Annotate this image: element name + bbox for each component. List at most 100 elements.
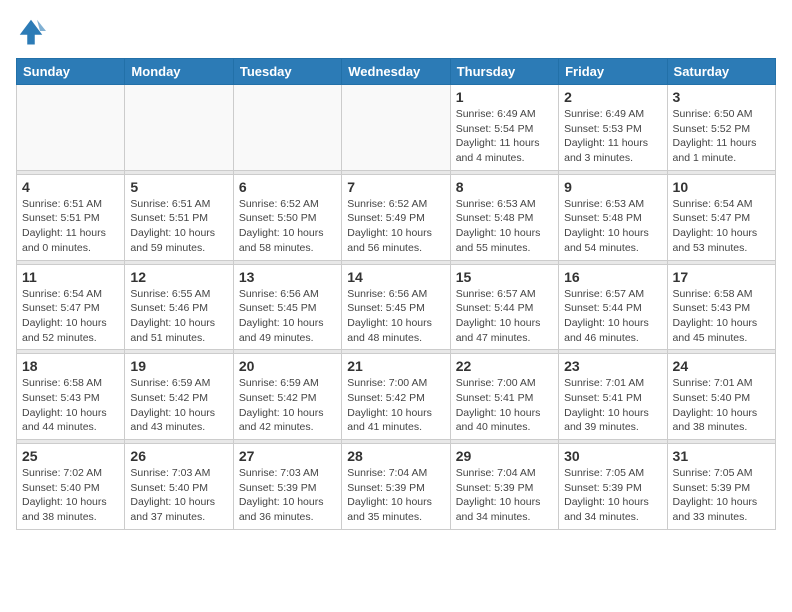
- day-info: Sunrise: 6:49 AM Sunset: 5:54 PM Dayligh…: [456, 107, 553, 166]
- page-header: [16, 16, 776, 46]
- calendar-day-2: 2Sunrise: 6:49 AM Sunset: 5:53 PM Daylig…: [559, 85, 667, 171]
- day-info: Sunrise: 6:56 AM Sunset: 5:45 PM Dayligh…: [347, 287, 444, 346]
- day-info: Sunrise: 7:03 AM Sunset: 5:40 PM Dayligh…: [130, 466, 227, 525]
- calendar-day-14: 14Sunrise: 6:56 AM Sunset: 5:45 PM Dayli…: [342, 264, 450, 350]
- day-number: 10: [673, 179, 770, 195]
- day-number: 20: [239, 358, 336, 374]
- calendar-day-empty: [17, 85, 125, 171]
- logo-icon: [16, 16, 46, 46]
- calendar-day-19: 19 Sunrise: 6:59 AM Sunset: 5:42 PM Dayli…: [125, 354, 233, 440]
- calendar-header-sunday: Sunday: [17, 59, 125, 85]
- day-info: Sunrise: 7:04 AM Sunset: 5:39 PM Dayligh…: [456, 466, 553, 525]
- day-number: 30: [564, 448, 661, 464]
- calendar-week-3: 11 Sunrise: 6:54 AM Sunset: 5:47 PM Dayli…: [17, 264, 776, 350]
- day-info: Sunrise: 6:57 AM Sunset: 5:44 PM Dayligh…: [564, 287, 661, 346]
- calendar-day-30: 30Sunrise: 7:05 AM Sunset: 5:39 PM Dayli…: [559, 444, 667, 530]
- calendar-day-29: 29 Sunrise: 7:04 AM Sunset: 5:39 PM Dayli…: [450, 444, 558, 530]
- day-number: 18: [22, 358, 119, 374]
- calendar-day-27: 27 Sunrise: 7:03 AM Sunset: 5:39 PM Dayli…: [233, 444, 341, 530]
- day-number: 21: [347, 358, 444, 374]
- calendar-header-monday: Monday: [125, 59, 233, 85]
- day-number: 24: [673, 358, 770, 374]
- calendar-day-empty: [342, 85, 450, 171]
- day-number: 26: [130, 448, 227, 464]
- calendar-header-thursday: Thursday: [450, 59, 558, 85]
- calendar-day-18: 18 Sunrise: 6:58 AM Sunset: 5:43 PM Dayli…: [17, 354, 125, 440]
- day-info: Sunrise: 6:53 AM Sunset: 5:48 PM Dayligh…: [456, 197, 553, 256]
- calendar-header-friday: Friday: [559, 59, 667, 85]
- day-number: 8: [456, 179, 553, 195]
- day-number: 3: [673, 89, 770, 105]
- day-info: Sunrise: 6:57 AM Sunset: 5:44 PM Dayligh…: [456, 287, 553, 346]
- calendar-day-1: 1 Sunrise: 6:49 AM Sunset: 5:54 PM Daylig…: [450, 85, 558, 171]
- calendar-day-9: 9 Sunrise: 6:53 AM Sunset: 5:48 PM Daylig…: [559, 174, 667, 260]
- day-info: Sunrise: 6:52 AM Sunset: 5:49 PM Dayligh…: [347, 197, 444, 256]
- day-info: Sunrise: 6:59 AM Sunset: 5:42 PM Dayligh…: [130, 376, 227, 435]
- day-info: Sunrise: 6:55 AM Sunset: 5:46 PM Dayligh…: [130, 287, 227, 346]
- calendar-day-8: 8 Sunrise: 6:53 AM Sunset: 5:48 PM Daylig…: [450, 174, 558, 260]
- logo: [16, 16, 50, 46]
- calendar-header-row: SundayMondayTuesdayWednesdayThursdayFrid…: [17, 59, 776, 85]
- day-info: Sunrise: 6:51 AM Sunset: 5:51 PM Dayligh…: [130, 197, 227, 256]
- day-info: Sunrise: 6:54 AM Sunset: 5:47 PM Dayligh…: [22, 287, 119, 346]
- calendar-day-12: 12 Sunrise: 6:55 AM Sunset: 5:46 PM Dayli…: [125, 264, 233, 350]
- day-info: Sunrise: 7:02 AM Sunset: 5:40 PM Dayligh…: [22, 466, 119, 525]
- day-number: 19: [130, 358, 227, 374]
- calendar-day-5: 5Sunrise: 6:51 AM Sunset: 5:51 PM Daylig…: [125, 174, 233, 260]
- calendar-day-16: 16 Sunrise: 6:57 AM Sunset: 5:44 PM Dayli…: [559, 264, 667, 350]
- calendar-day-6: 6 Sunrise: 6:52 AM Sunset: 5:50 PM Daylig…: [233, 174, 341, 260]
- day-info: Sunrise: 6:51 AM Sunset: 5:51 PM Dayligh…: [22, 197, 119, 256]
- day-number: 15: [456, 269, 553, 285]
- calendar-day-26: 26 Sunrise: 7:03 AM Sunset: 5:40 PM Dayli…: [125, 444, 233, 530]
- calendar-day-31: 31 Sunrise: 7:05 AM Sunset: 5:39 PM Dayli…: [667, 444, 775, 530]
- day-number: 1: [456, 89, 553, 105]
- day-info: Sunrise: 7:05 AM Sunset: 5:39 PM Dayligh…: [673, 466, 770, 525]
- calendar-day-21: 21 Sunrise: 7:00 AM Sunset: 5:42 PM Dayli…: [342, 354, 450, 440]
- day-number: 12: [130, 269, 227, 285]
- calendar-day-17: 17Sunrise: 6:58 AM Sunset: 5:43 PM Dayli…: [667, 264, 775, 350]
- calendar-day-10: 10Sunrise: 6:54 AM Sunset: 5:47 PM Dayli…: [667, 174, 775, 260]
- day-info: Sunrise: 6:59 AM Sunset: 5:42 PM Dayligh…: [239, 376, 336, 435]
- day-number: 6: [239, 179, 336, 195]
- day-number: 25: [22, 448, 119, 464]
- day-number: 9: [564, 179, 661, 195]
- calendar-day-25: 25 Sunrise: 7:02 AM Sunset: 5:40 PM Dayli…: [17, 444, 125, 530]
- day-number: 11: [22, 269, 119, 285]
- day-info: Sunrise: 7:00 AM Sunset: 5:42 PM Dayligh…: [347, 376, 444, 435]
- calendar-header-wednesday: Wednesday: [342, 59, 450, 85]
- day-info: Sunrise: 6:52 AM Sunset: 5:50 PM Dayligh…: [239, 197, 336, 256]
- calendar-day-3: 3 Sunrise: 6:50 AM Sunset: 5:52 PM Daylig…: [667, 85, 775, 171]
- calendar-day-11: 11 Sunrise: 6:54 AM Sunset: 5:47 PM Dayli…: [17, 264, 125, 350]
- calendar-day-empty: [233, 85, 341, 171]
- day-number: 28: [347, 448, 444, 464]
- day-info: Sunrise: 6:53 AM Sunset: 5:48 PM Dayligh…: [564, 197, 661, 256]
- calendar-week-1: 1 Sunrise: 6:49 AM Sunset: 5:54 PM Daylig…: [17, 85, 776, 171]
- day-info: Sunrise: 7:03 AM Sunset: 5:39 PM Dayligh…: [239, 466, 336, 525]
- calendar-header-saturday: Saturday: [667, 59, 775, 85]
- day-number: 2: [564, 89, 661, 105]
- calendar-day-13: 13 Sunrise: 6:56 AM Sunset: 5:45 PM Dayli…: [233, 264, 341, 350]
- day-number: 29: [456, 448, 553, 464]
- day-number: 16: [564, 269, 661, 285]
- day-info: Sunrise: 7:04 AM Sunset: 5:39 PM Dayligh…: [347, 466, 444, 525]
- day-info: Sunrise: 7:00 AM Sunset: 5:41 PM Dayligh…: [456, 376, 553, 435]
- calendar-header-tuesday: Tuesday: [233, 59, 341, 85]
- day-info: Sunrise: 6:56 AM Sunset: 5:45 PM Dayligh…: [239, 287, 336, 346]
- calendar-day-7: 7Sunrise: 6:52 AM Sunset: 5:49 PM Daylig…: [342, 174, 450, 260]
- calendar-day-23: 23Sunrise: 7:01 AM Sunset: 5:41 PM Dayli…: [559, 354, 667, 440]
- calendar-day-4: 4 Sunrise: 6:51 AM Sunset: 5:51 PM Daylig…: [17, 174, 125, 260]
- day-number: 17: [673, 269, 770, 285]
- calendar-table: SundayMondayTuesdayWednesdayThursdayFrid…: [16, 58, 776, 530]
- day-number: 22: [456, 358, 553, 374]
- calendar-day-15: 15 Sunrise: 6:57 AM Sunset: 5:44 PM Dayli…: [450, 264, 558, 350]
- calendar-day-20: 20 Sunrise: 6:59 AM Sunset: 5:42 PM Dayli…: [233, 354, 341, 440]
- day-info: Sunrise: 6:50 AM Sunset: 5:52 PM Dayligh…: [673, 107, 770, 166]
- day-number: 13: [239, 269, 336, 285]
- calendar-day-28: 28 Sunrise: 7:04 AM Sunset: 5:39 PM Dayli…: [342, 444, 450, 530]
- day-info: Sunrise: 7:01 AM Sunset: 5:40 PM Dayligh…: [673, 376, 770, 435]
- day-info: Sunrise: 7:01 AM Sunset: 5:41 PM Dayligh…: [564, 376, 661, 435]
- day-number: 31: [673, 448, 770, 464]
- day-info: Sunrise: 6:58 AM Sunset: 5:43 PM Dayligh…: [22, 376, 119, 435]
- day-number: 4: [22, 179, 119, 195]
- day-number: 27: [239, 448, 336, 464]
